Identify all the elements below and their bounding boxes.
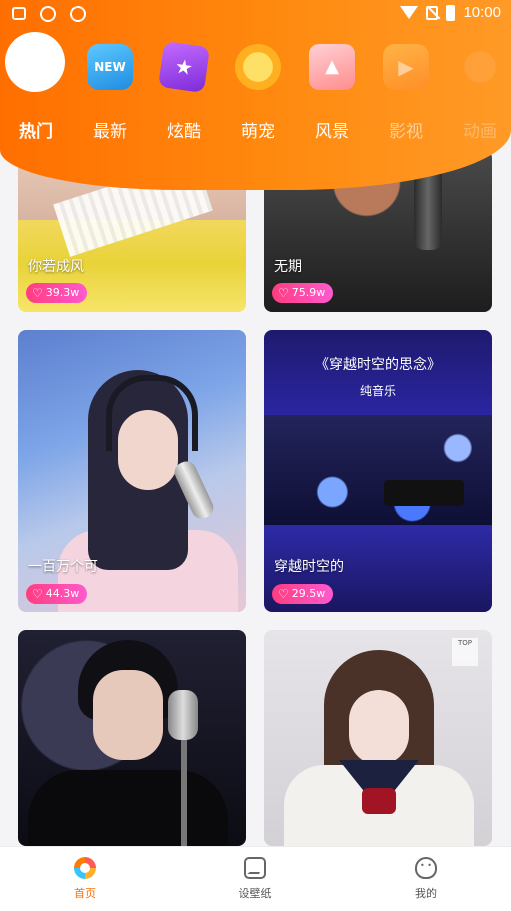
card-overlay-title: 《穿越时空的思念》	[315, 357, 441, 373]
category-hot[interactable]: 热门	[0, 32, 72, 142]
nav-label: 我的	[415, 887, 437, 900]
category-bar: 热门 NEW 最新 ★ 炫酷 萌宠 ▲ 风景 ▶ 影视 动画	[0, 32, 511, 144]
category-cool[interactable]: ★ 炫酷	[148, 41, 220, 142]
nav-home[interactable]: 首页	[25, 847, 145, 911]
bottom-nav: 首页 设壁纸 我的	[0, 846, 511, 911]
new-badge-icon: NEW	[87, 44, 133, 90]
nav-label: 首页	[74, 887, 96, 900]
category-anime[interactable]: 动画	[444, 44, 511, 142]
wifi-icon	[400, 6, 419, 19]
category-label: 影视	[389, 122, 423, 142]
card-title: 你若成风	[28, 259, 84, 275]
like-badge: ♡ 39.3w	[26, 283, 88, 303]
nav-label: 设壁纸	[238, 887, 272, 900]
no-sim-icon	[426, 5, 439, 20]
category-new[interactable]: NEW 最新	[74, 44, 146, 142]
profile-icon	[415, 857, 437, 879]
like-badge: ♡ 29.5w	[272, 584, 334, 604]
category-label: 动画	[463, 122, 497, 142]
battery-icon	[446, 4, 456, 21]
fire-icon	[5, 32, 65, 92]
category-label: 最新	[93, 122, 127, 142]
status-bar: 10:00	[0, 0, 511, 30]
app-notification-icon	[40, 6, 56, 22]
wallpaper-card[interactable]: 一百万个可 ♡ 44.3w	[18, 330, 246, 612]
status-time: 10:00	[463, 4, 501, 21]
heart-icon: ♡	[278, 587, 289, 601]
pet-icon	[235, 44, 281, 90]
card-title: 穿越时空的	[274, 559, 344, 575]
category-label: 炫酷	[167, 122, 201, 142]
microphone-image	[168, 690, 198, 740]
like-badge: ♡ 44.3w	[26, 584, 88, 604]
category-pet[interactable]: 萌宠	[222, 44, 294, 142]
wallpaper-grid: 你若成风 ♡ 39.3w 无期 ♡ 75.9w 一百万个可 ♡ 44.3w 《穿越时空…	[0, 150, 511, 846]
home-icon	[74, 857, 96, 879]
anime-icon	[457, 44, 503, 90]
wallpaper-icon	[244, 857, 266, 879]
wallpaper-card[interactable]: TOP	[264, 630, 492, 846]
category-film[interactable]: ▶ 影视	[370, 44, 442, 142]
category-label: 热门	[19, 122, 53, 142]
nav-profile[interactable]: 我的	[366, 847, 486, 911]
heart-icon: ♡	[32, 286, 43, 300]
wallpaper-card[interactable]	[18, 630, 246, 846]
top-tag: TOP	[452, 638, 478, 666]
like-badge: ♡ 75.9w	[272, 283, 334, 303]
card-title: 一百万个可	[28, 559, 98, 575]
app-notification-icon-2	[70, 6, 86, 22]
film-icon: ▶	[383, 44, 429, 90]
landscape-icon: ▲	[309, 44, 355, 90]
category-label: 萌宠	[241, 122, 275, 142]
card-title: 无期	[274, 259, 302, 275]
category-label: 风景	[315, 122, 349, 142]
star-icon: ★	[158, 41, 210, 93]
card-overlay-subtitle: 纯音乐	[359, 384, 396, 398]
category-landscape[interactable]: ▲ 风景	[296, 44, 368, 142]
notification-icon	[12, 7, 26, 20]
heart-icon: ♡	[278, 286, 289, 300]
wallpaper-card[interactable]: 《穿越时空的思念》 纯音乐 穿越时空的 ♡ 29.5w	[264, 330, 492, 612]
header: 10:00 热门 NEW 最新 ★ 炫酷 萌宠 ▲ 风景 ▶ 影视 动画	[0, 0, 511, 190]
heart-icon: ♡	[32, 587, 43, 601]
nav-wallpaper[interactable]: 设壁纸	[195, 847, 315, 911]
